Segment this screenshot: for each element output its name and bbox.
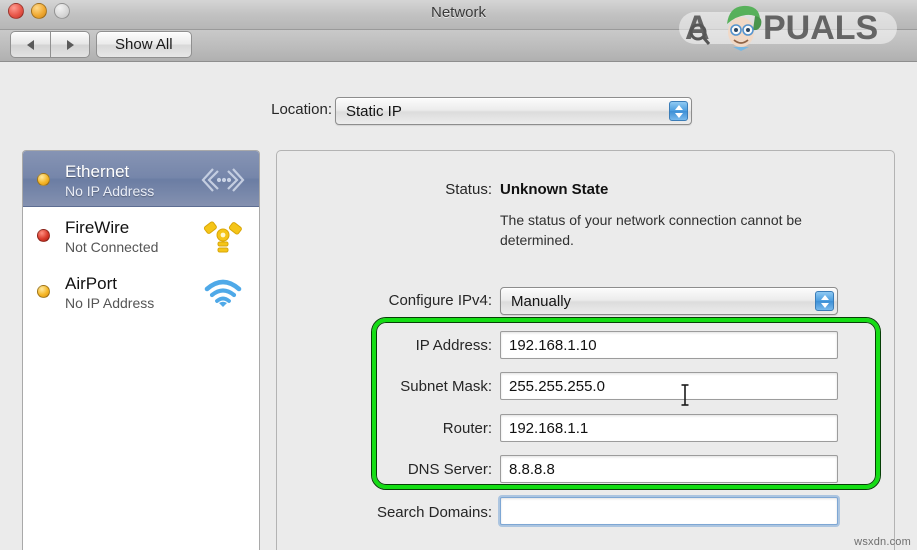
router-input[interactable]: 192.168.1.1 <box>500 414 838 442</box>
dns-server-value: 8.8.8.8 <box>501 461 555 478</box>
svg-text:PUALS: PUALS <box>763 9 878 47</box>
location-popup-button[interactable]: Static IP <box>335 97 692 125</box>
sidebar-item-status: No IP Address <box>65 183 154 199</box>
configure-ipv4-label: Configure IPv4: <box>292 292 492 309</box>
status-dot-red-icon <box>37 229 50 242</box>
sidebar-item-label: AirPort <box>65 274 117 293</box>
chevron-down-icon <box>821 303 829 308</box>
show-all-button[interactable]: Show All <box>96 31 192 58</box>
sidebar-item-label: Ethernet <box>65 162 129 181</box>
status-description: The status of your network connection ca… <box>500 210 830 250</box>
sidebar-item-airport[interactable]: AirPort No IP Address <box>23 263 259 319</box>
ip-address-label: IP Address: <box>292 337 492 354</box>
ip-address-input[interactable]: 192.168.1.10 <box>500 331 838 359</box>
chevron-up-icon <box>675 105 683 110</box>
location-label: Location: <box>240 101 332 118</box>
sidebar-item-status: No IP Address <box>65 295 154 311</box>
location-value: Static IP <box>336 103 402 120</box>
search-domains-input[interactable] <box>500 497 838 525</box>
sidebar-item-text: FireWire Not Connected <box>65 217 158 257</box>
ip-address-value: 192.168.1.10 <box>501 337 597 354</box>
airport-wifi-icon <box>199 275 247 309</box>
triangle-left-icon <box>27 40 34 50</box>
text-ibeam-cursor <box>679 382 691 408</box>
triangle-right-icon <box>67 40 74 50</box>
sidebar-item-status: Not Connected <box>65 239 158 255</box>
status-label: Status: <box>292 181 492 198</box>
router-label: Router: <box>292 420 492 437</box>
forward-button[interactable] <box>50 31 90 58</box>
back-button[interactable] <box>10 31 50 58</box>
search-domains-label: Search Domains: <box>292 504 492 521</box>
subnet-mask-label: Subnet Mask: <box>292 378 492 395</box>
sidebar-item-ethernet[interactable]: Ethernet No IP Address <box>23 151 259 207</box>
navigation-buttons <box>10 31 90 58</box>
appuals-logo-watermark: A PUALS <box>667 2 907 52</box>
network-services-sidebar[interactable]: Ethernet No IP Address FireWire Not Conn… <box>22 150 260 550</box>
sidebar-item-label: FireWire <box>65 218 129 237</box>
subnet-mask-input[interactable]: 255.255.255.0 <box>500 372 838 400</box>
configure-ipv4-popup-button[interactable]: Manually <box>500 287 838 315</box>
router-value: 192.168.1.1 <box>501 420 588 437</box>
dns-server-label: DNS Server: <box>292 461 492 478</box>
wsxdn-watermark: wsxdn.com <box>854 536 911 548</box>
location-stepper-icon[interactable] <box>669 101 688 121</box>
configure-ipv4-value: Manually <box>501 293 571 310</box>
subnet-mask-value: 255.255.255.0 <box>501 378 605 395</box>
chevron-up-icon <box>821 295 829 300</box>
status-dot-amber-icon <box>37 285 50 298</box>
status-value: Unknown State <box>500 181 608 198</box>
ethernet-arrows-icon <box>199 163 247 197</box>
firewire-icon <box>199 219 247 253</box>
sidebar-item-text: AirPort No IP Address <box>65 273 154 313</box>
configure-ipv4-stepper-icon[interactable] <box>815 291 834 311</box>
chevron-down-icon <box>675 113 683 118</box>
status-dot-amber-icon <box>37 173 50 186</box>
sidebar-item-firewire[interactable]: FireWire Not Connected <box>23 207 259 263</box>
sidebar-item-text: Ethernet No IP Address <box>65 161 154 201</box>
dns-server-input[interactable]: 8.8.8.8 <box>500 455 838 483</box>
